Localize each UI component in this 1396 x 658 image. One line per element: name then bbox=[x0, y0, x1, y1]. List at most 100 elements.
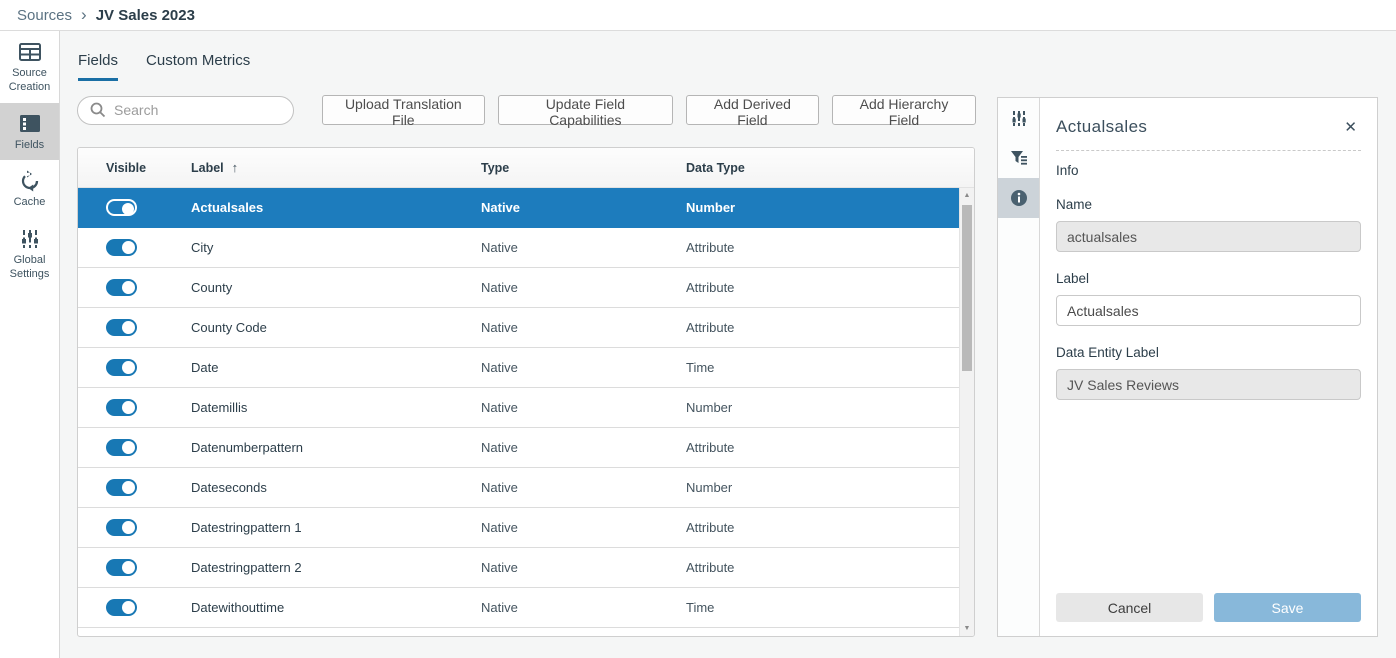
field-type-cell: Native bbox=[481, 200, 686, 215]
close-icon[interactable]: ✕ bbox=[1340, 116, 1361, 138]
scroll-down-icon[interactable]: ▼ bbox=[960, 625, 974, 632]
capabilities-sliders-icon[interactable] bbox=[998, 98, 1039, 138]
field-data-type-cell: Time bbox=[686, 600, 959, 615]
visible-toggle[interactable] bbox=[106, 239, 137, 256]
tab-bar: Fields Custom Metrics bbox=[78, 52, 250, 81]
field-type-cell: Native bbox=[481, 320, 686, 335]
sidebar-item-source-creation[interactable]: Source Creation bbox=[0, 31, 59, 103]
sliders-icon bbox=[20, 227, 40, 251]
field-type-cell: Native bbox=[481, 440, 686, 455]
sort-ascending-icon: ↑ bbox=[232, 160, 239, 175]
visible-toggle[interactable] bbox=[106, 599, 137, 616]
cancel-button[interactable]: Cancel bbox=[1056, 593, 1203, 622]
field-data-type-cell: Attribute bbox=[686, 280, 959, 295]
column-header-type[interactable]: Type bbox=[481, 161, 686, 175]
field-data-type-cell: Number bbox=[686, 480, 959, 495]
search-box[interactable] bbox=[77, 96, 294, 125]
breadcrumb-current-page: JV Sales 2023 bbox=[96, 7, 195, 24]
field-label-cell: County bbox=[191, 280, 481, 295]
field-type-cell: Native bbox=[481, 560, 686, 575]
add-derived-field-button[interactable]: Add Derived Field bbox=[686, 95, 819, 125]
panel-divider bbox=[1056, 150, 1361, 151]
table-row[interactable]: Datenumberpattern Native Attribute bbox=[78, 428, 959, 468]
field-label-cell: Datestringpattern 1 bbox=[191, 520, 481, 535]
label-field[interactable] bbox=[1056, 295, 1361, 326]
visible-toggle[interactable] bbox=[106, 559, 137, 576]
add-hierarchy-field-button[interactable]: Add Hierarchy Field bbox=[832, 95, 976, 125]
scrollbar-thumb[interactable] bbox=[962, 205, 972, 371]
update-field-capabilities-button[interactable]: Update Field Capabilities bbox=[498, 95, 673, 125]
table-row[interactable]: Actualsales Native Number bbox=[78, 188, 959, 228]
sidebar-item-label: Global Settings bbox=[2, 254, 57, 282]
table-scrollbar[interactable]: ▲ ▼ bbox=[959, 188, 974, 636]
field-type-cell: Native bbox=[481, 520, 686, 535]
table-row[interactable]: Datestringpattern 2 Native Attribute bbox=[78, 548, 959, 588]
field-type-cell: Native bbox=[481, 240, 686, 255]
top-bar: Sources › JV Sales 2023 bbox=[0, 0, 1396, 31]
field-data-type-cell: Attribute bbox=[686, 560, 959, 575]
table-row[interactable]: City Native Attribute bbox=[78, 228, 959, 268]
table-row[interactable]: County Code Native Attribute bbox=[78, 308, 959, 348]
field-data-type-cell: Number bbox=[686, 400, 959, 415]
scroll-up-icon[interactable]: ▲ bbox=[960, 192, 974, 199]
field-label-cell: Actualsales bbox=[191, 200, 481, 215]
field-list-icon bbox=[19, 112, 41, 136]
visible-toggle[interactable] bbox=[106, 359, 137, 376]
sidebar-item-label: Source Creation bbox=[2, 67, 57, 95]
search-icon bbox=[90, 102, 106, 118]
filter-icon[interactable] bbox=[998, 138, 1039, 178]
field-data-type-cell: Number bbox=[686, 200, 959, 215]
field-data-type-cell: Attribute bbox=[686, 520, 959, 535]
table-row[interactable]: County Native Attribute bbox=[78, 268, 959, 308]
field-type-cell: Native bbox=[481, 600, 686, 615]
column-header-data-type[interactable]: Data Type bbox=[686, 161, 974, 175]
column-header-visible[interactable]: Visible bbox=[106, 161, 191, 175]
table-row[interactable]: Dateseconds Native Number bbox=[78, 468, 959, 508]
info-icon[interactable] bbox=[998, 178, 1039, 218]
tab-fields[interactable]: Fields bbox=[78, 52, 118, 81]
name-field-label: Name bbox=[1056, 197, 1361, 212]
name-field bbox=[1056, 221, 1361, 252]
panel-title: Actualsales bbox=[1056, 117, 1147, 137]
data-entity-label-field-label: Data Entity Label bbox=[1056, 345, 1361, 360]
sidebar-item-cache[interactable]: Cache bbox=[0, 160, 59, 218]
table-grid-icon bbox=[18, 40, 42, 64]
visible-toggle[interactable] bbox=[106, 319, 137, 336]
visible-toggle[interactable] bbox=[106, 279, 137, 296]
search-input[interactable] bbox=[114, 102, 281, 118]
field-data-type-cell: Attribute bbox=[686, 320, 959, 335]
field-label-cell: Datewithouttime bbox=[191, 600, 481, 615]
visible-toggle[interactable] bbox=[106, 399, 137, 416]
left-sidebar: Source Creation Fields Cache Global Sett… bbox=[0, 31, 60, 658]
column-header-label[interactable]: Label↑ bbox=[191, 160, 481, 175]
sidebar-item-global-settings[interactable]: Global Settings bbox=[0, 218, 59, 290]
visible-toggle[interactable] bbox=[106, 199, 137, 216]
tab-custom-metrics[interactable]: Custom Metrics bbox=[146, 52, 250, 81]
field-data-type-cell: Attribute bbox=[686, 240, 959, 255]
table-row[interactable]: Datewithouttime Native Time bbox=[78, 588, 959, 628]
upload-translation-file-button[interactable]: Upload Translation File bbox=[322, 95, 485, 125]
panel-icon-strip bbox=[998, 98, 1040, 636]
save-button[interactable]: Save bbox=[1214, 593, 1361, 622]
field-type-cell: Native bbox=[481, 480, 686, 495]
breadcrumb-sources-link[interactable]: Sources bbox=[17, 7, 72, 24]
table-row[interactable]: Date Native Time bbox=[78, 348, 959, 388]
visible-toggle[interactable] bbox=[106, 519, 137, 536]
sidebar-item-label: Cache bbox=[14, 196, 46, 210]
field-label-cell: Dateseconds bbox=[191, 480, 481, 495]
field-type-cell: Native bbox=[481, 400, 686, 415]
fields-table: Visible Label↑ Type Data Type Actualsale… bbox=[77, 147, 975, 637]
field-label-cell: Datestringpattern 2 bbox=[191, 560, 481, 575]
field-type-cell: Native bbox=[481, 360, 686, 375]
panel-content: Actualsales ✕ Info Name Label Data Entit… bbox=[1040, 98, 1377, 636]
table-body: Actualsales Native Number City Native At… bbox=[78, 188, 959, 636]
visible-toggle[interactable] bbox=[106, 439, 137, 456]
table-row[interactable]: Datestringpattern 1 Native Attribute bbox=[78, 508, 959, 548]
table-row[interactable]: Datemillis Native Number bbox=[78, 388, 959, 428]
field-label-cell: Datenumberpattern bbox=[191, 440, 481, 455]
sidebar-item-fields[interactable]: Fields bbox=[0, 103, 59, 161]
field-data-type-cell: Attribute bbox=[686, 440, 959, 455]
visible-toggle[interactable] bbox=[106, 479, 137, 496]
field-detail-panel: Actualsales ✕ Info Name Label Data Entit… bbox=[997, 97, 1378, 637]
data-entity-label-field bbox=[1056, 369, 1361, 400]
